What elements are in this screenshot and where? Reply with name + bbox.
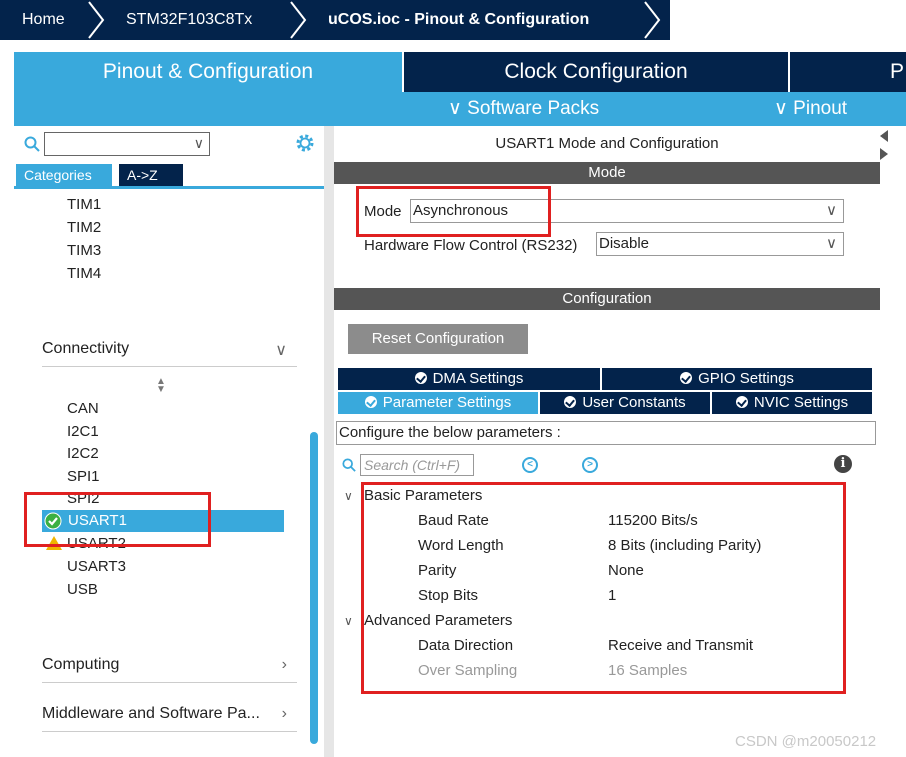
hwfc-label: Hardware Flow Control (RS232) [364,237,578,254]
highlight-parameters [361,482,846,694]
tab-label: DMA Settings [432,370,524,387]
tab-label: NVIC Settings [753,394,849,411]
collapse-arrow-icon[interactable] [880,130,888,160]
search-icon [24,136,40,152]
tab-parameter-settings[interactable]: Parameter Settings [338,392,538,414]
chevron-right-icon [644,1,661,39]
hwfc-select[interactable]: Disable ∨ [596,232,844,256]
tab-categories[interactable]: Categories [16,164,112,186]
chevron-down-icon[interactable]: ∨ [344,614,353,628]
tab-nvic-settings[interactable]: NVIC Settings [712,392,872,414]
breadcrumb-home[interactable]: Home [22,0,65,40]
hwfc-value: Disable [599,235,650,252]
list-item-usart3[interactable]: USART3 [67,558,126,575]
list-item-can[interactable]: CAN [67,400,99,417]
panel-divider[interactable] [324,126,334,757]
tab-gpio-settings[interactable]: GPIO Settings [602,368,872,390]
list-item-tim2[interactable]: TIM2 [67,219,101,236]
configuration-header: Configuration [334,288,880,310]
chevron-down-icon: ∨ [826,235,837,252]
search-icon [342,458,356,472]
tab-project-manager[interactable]: P [890,52,906,92]
sub-toolbar: ∨ Software Packs ∨ Pinout [14,92,906,126]
info-icon[interactable]: i [834,455,852,473]
tab-dma-settings[interactable]: DMA Settings [338,368,600,390]
chevron-right-icon: › [281,656,287,673]
chevron-right-icon [290,1,307,39]
left-scrollbar[interactable] [310,432,318,744]
chevron-down-icon[interactable]: ∨ [344,489,353,503]
highlight-mode [356,186,551,237]
list-item-tim4[interactable]: TIM4 [67,265,101,282]
breadcrumb-file[interactable]: uCOS.ioc - Pinout & Configuration [328,0,589,40]
list-item-spi1[interactable]: SPI1 [67,468,100,485]
chevron-right-icon: › [281,705,287,722]
tab-pinout-configuration[interactable]: Pinout & Configuration [14,52,402,92]
list-item-tim1[interactable]: TIM1 [67,196,101,213]
section-label: Computing [42,656,120,673]
check-circle-icon [364,396,377,408]
list-item-i2c1[interactable]: I2C1 [67,423,99,440]
tab-separator [788,52,790,92]
sort-icon[interactable]: ▲ ▼ [156,377,166,395]
check-circle-icon [414,372,427,384]
list-item-i2c2[interactable]: I2C2 [67,445,99,462]
tab-label: Parameter Settings [382,394,512,411]
check-circle-icon [680,372,693,384]
section-label: Connectivity [42,340,130,357]
check-circle-icon [735,396,748,408]
chevron-right-icon [88,1,105,39]
section-computing[interactable]: Computing › [42,656,297,683]
parameter-search-input[interactable]: Search (Ctrl+F) [360,454,474,476]
search-prev-icon[interactable]: < [522,457,538,473]
chevron-down-icon: ∨ [193,135,204,151]
tab-clock-configuration[interactable]: Clock Configuration [404,52,788,92]
reset-configuration-button[interactable]: Reset Configuration [348,324,528,354]
chevron-down-icon: ∨ [275,342,287,359]
breadcrumb-device[interactable]: STM32F103C8Tx [126,0,252,40]
chevron-down-icon: ∨ [826,202,837,219]
software-packs-menu[interactable]: ∨ Software Packs [448,92,599,126]
list-item-usb[interactable]: USB [67,581,98,598]
main-tabs: Pinout & Configuration Clock Configurati… [14,52,906,92]
tab-label: User Constants [582,394,686,411]
panel-title: USART1 Mode and Configuration [495,135,719,152]
tab-underline [14,186,324,189]
tab-label: GPIO Settings [698,370,794,387]
check-circle-icon [564,396,577,408]
breadcrumb: Home STM32F103C8Tx uCOS.ioc - Pinout & C… [0,0,906,43]
section-middleware[interactable]: Middleware and Software Pa... › [42,705,297,732]
highlight-usart1 [24,492,211,547]
pinout-menu[interactable]: ∨ Pinout [774,92,847,126]
section-connectivity[interactable]: Connectivity ∨ [42,340,297,367]
section-label: Middleware and Software Pa... [42,705,260,722]
tab-a-z[interactable]: A->Z [119,164,183,186]
gear-icon[interactable] [294,132,316,154]
category-search-input[interactable]: ∨ [44,132,210,156]
mode-header: Mode [334,162,880,184]
configure-hint: Configure the below parameters : [336,421,876,445]
tab-user-constants[interactable]: User Constants [540,392,710,414]
list-item-tim3[interactable]: TIM3 [67,242,101,259]
search-next-icon[interactable]: > [582,457,598,473]
watermark: CSDN @m20050212 [735,733,877,750]
categories-panel: ∨ Categories A->Z TIM1 TIM2 TIM3 TIM4 Co… [14,126,324,757]
